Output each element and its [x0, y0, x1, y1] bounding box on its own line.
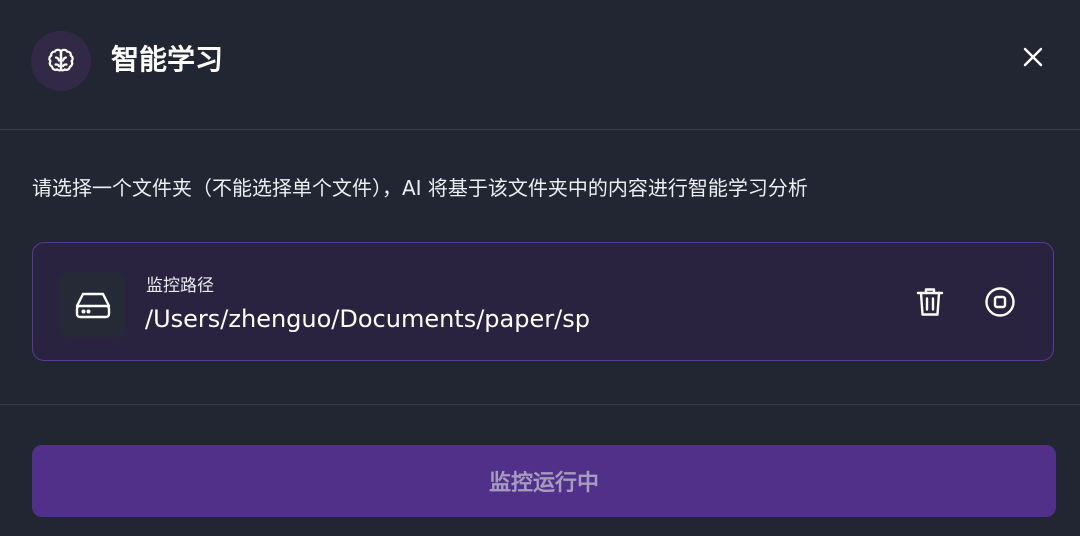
monitor-path-card: 监控路径 /Users/zhenguo/Documents/paper/sp [32, 242, 1054, 361]
stop-monitoring-button[interactable] [979, 283, 1021, 325]
smart-learning-dialog: 智能学习 请选择一个文件夹（不能选择单个文件），AI 将基于该文件夹中的内容进行… [0, 0, 1080, 536]
dialog-title: 智能学习 [111, 43, 224, 76]
trash-icon [916, 286, 944, 322]
delete-path-button[interactable] [909, 283, 951, 325]
close-button[interactable] [1013, 39, 1053, 79]
close-icon [1022, 46, 1044, 72]
instruction-text: 请选择一个文件夹（不能选择单个文件），AI 将基于该文件夹中的内容进行智能学习分… [32, 176, 808, 200]
footer-divider [0, 404, 1080, 405]
brain-icon [31, 31, 91, 91]
dialog-header: 智能学习 [0, 0, 1080, 130]
hard-drive-icon [60, 272, 125, 337]
stop-circle-icon [984, 286, 1016, 322]
path-value: /Users/zhenguo/Documents/paper/sp [145, 305, 590, 333]
path-label: 监控路径 [146, 276, 214, 296]
monitoring-running-button[interactable]: 监控运行中 [32, 445, 1056, 517]
